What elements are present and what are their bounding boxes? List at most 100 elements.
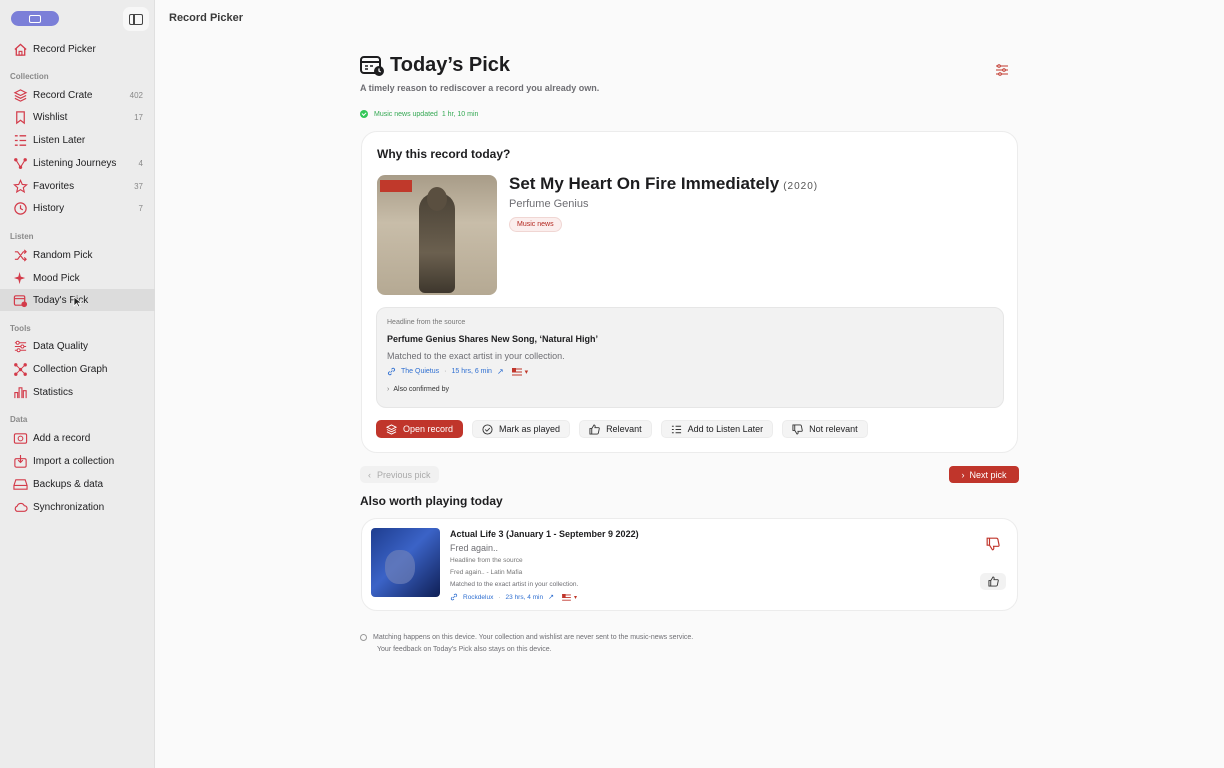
sidebar-item-label: Listen Later bbox=[33, 134, 86, 146]
also-worth-card[interactable]: Actual Life 3 (January 1 - September 9 2… bbox=[361, 518, 1018, 611]
previous-pick-button[interactable]: ‹ Previous pick bbox=[360, 466, 439, 483]
mark-played-button[interactable]: Mark as played bbox=[472, 420, 571, 438]
page-title: Today’s Pick bbox=[390, 54, 511, 76]
thumbs-down-icon[interactable] bbox=[986, 537, 1000, 551]
sidebar-item-favorites[interactable]: Favorites 37 bbox=[0, 175, 155, 197]
sidebar-item-synchronization[interactable]: Synchronization bbox=[0, 496, 155, 518]
sidebar-item-backups[interactable]: Backups & data bbox=[0, 473, 155, 495]
chevron-down-icon[interactable]: ▾ bbox=[574, 594, 577, 601]
sidebar: Record Picker Collection Record Crate 40… bbox=[0, 0, 155, 768]
info-icon bbox=[360, 634, 367, 641]
list-icon bbox=[671, 425, 681, 433]
sidebar-item-count: 4 bbox=[138, 158, 143, 168]
next-pick-button[interactable]: › Next pick bbox=[949, 466, 1019, 483]
app-switcher-button[interactable] bbox=[11, 11, 59, 26]
thumbs-down-icon bbox=[792, 423, 803, 435]
calendar-icon bbox=[13, 294, 28, 307]
cover-face bbox=[385, 550, 415, 584]
album-cover[interactable] bbox=[371, 528, 440, 597]
cloud-icon bbox=[14, 502, 28, 512]
section-header-collection: Collection bbox=[10, 72, 49, 81]
sidebar-item-add-record[interactable]: Add a record bbox=[0, 427, 155, 449]
sidebar-item-data-quality[interactable]: Data Quality bbox=[0, 335, 155, 357]
star-icon bbox=[13, 178, 28, 193]
thumbs-up-icon bbox=[589, 423, 600, 435]
open-record-label: Open record bbox=[403, 424, 454, 434]
open-record-button[interactable]: Open record bbox=[376, 420, 464, 438]
sidebar-item-history[interactable]: History 7 bbox=[0, 197, 155, 219]
next-pick-label: Next pick bbox=[969, 469, 1007, 480]
source-headline: Perfume Genius Shares New Song, ‘Natural… bbox=[387, 334, 599, 344]
list-icon bbox=[14, 134, 27, 146]
link-icon bbox=[387, 367, 396, 376]
source-publisher-link[interactable]: The Quietus bbox=[401, 368, 439, 375]
also-confirmed-label: Also confirmed by bbox=[393, 386, 449, 393]
sidebar-item-statistics[interactable]: Statistics bbox=[0, 381, 155, 403]
sidebar-item-record-crate[interactable]: Record Crate 402 bbox=[0, 84, 155, 106]
sidebar-item-collection-graph[interactable]: Collection Graph bbox=[0, 358, 155, 380]
section-header-listen: Listen bbox=[10, 232, 34, 241]
sidebar-toggle-button[interactable] bbox=[123, 7, 149, 31]
sidebar-item-record-picker[interactable]: Record Picker bbox=[0, 38, 155, 60]
match-note: Matched to the exact artist in your coll… bbox=[387, 351, 565, 361]
album-cover[interactable] bbox=[377, 175, 497, 295]
sidebar-item-listening-journeys[interactable]: Listening Journeys 4 bbox=[0, 152, 155, 174]
page-subtitle: A timely reason to rediscover a record y… bbox=[360, 83, 600, 93]
sidebar-item-count: 37 bbox=[134, 181, 143, 191]
external-link-icon[interactable]: ↗ bbox=[548, 593, 554, 601]
link-icon bbox=[450, 593, 458, 601]
filter-icon[interactable] bbox=[995, 64, 1009, 76]
sidebar-toggle-icon bbox=[129, 13, 143, 25]
sidebar-item-import-collection[interactable]: Import a collection bbox=[0, 450, 155, 472]
todays-pick-card: Why this record today? Set My Heart On F… bbox=[361, 131, 1018, 453]
chevron-down-icon[interactable]: ▾ bbox=[525, 368, 529, 376]
flag-icon[interactable] bbox=[562, 593, 571, 601]
sidebar-item-label: Random Pick bbox=[33, 249, 93, 261]
sparkle-icon bbox=[13, 271, 26, 284]
relevant-button[interactable]: Relevant bbox=[579, 420, 652, 438]
journey-icon bbox=[14, 157, 27, 169]
record-title: Set My Heart On Fire Immediately (2020) bbox=[509, 174, 818, 194]
alt-publisher-link[interactable]: Rockdelux bbox=[463, 594, 493, 601]
source-label: Headline from the source bbox=[387, 319, 466, 326]
sidebar-item-label: Favorites bbox=[33, 180, 75, 192]
also-confirmed-disclosure[interactable]: › Also confirmed by bbox=[387, 386, 449, 393]
sidebar-item-random-pick[interactable]: Random Pick bbox=[0, 244, 155, 266]
chevron-right-icon: › bbox=[387, 386, 390, 393]
alt-source-headline: Fred again.. - Latin Mafia bbox=[450, 569, 523, 576]
add-listen-later-button[interactable]: Add to Listen Later bbox=[660, 420, 774, 438]
home-icon bbox=[14, 42, 27, 56]
sidebar-item-label: Backups & data bbox=[33, 478, 104, 490]
alt-source-meta: Rockdelux · 23 hrs, 4 min ↗ ▾ bbox=[450, 593, 577, 601]
sidebar-item-count: 7 bbox=[138, 203, 143, 213]
not-relevant-button[interactable]: Not relevant bbox=[782, 420, 868, 438]
flag-icon[interactable] bbox=[511, 367, 522, 376]
sidebar-item-mood-pick[interactable]: Mood Pick bbox=[0, 267, 155, 289]
sidebar-item-label: Synchronization bbox=[33, 501, 105, 513]
source-box: Headline from the source Perfume Genius … bbox=[376, 307, 1004, 408]
previous-pick-label: Previous pick bbox=[377, 469, 431, 480]
privacy-note-line1: Matching happens on this device. Your co… bbox=[373, 634, 694, 641]
sliders-icon bbox=[14, 340, 27, 352]
calendar-icon bbox=[360, 56, 384, 76]
thumbs-up-button[interactable] bbox=[980, 573, 1006, 590]
thumbs-up-icon bbox=[987, 576, 999, 587]
window-title: Record Picker bbox=[169, 12, 243, 24]
status-time: 1 hr, 10 min bbox=[441, 110, 479, 118]
cover-figure-head bbox=[427, 187, 447, 211]
alt-record-title: Actual Life 3 (January 1 - September 9 2… bbox=[450, 529, 639, 539]
sidebar-item-label: Mood Pick bbox=[33, 272, 80, 284]
sidebar-item-label: Wishlist bbox=[33, 111, 68, 123]
cover-tag bbox=[380, 180, 412, 192]
chart-icon bbox=[14, 386, 27, 398]
window-icon bbox=[29, 14, 41, 23]
sidebar-item-label: Data Quality bbox=[33, 340, 89, 352]
external-link-icon[interactable]: ↗ bbox=[497, 367, 504, 376]
sidebar-item-label: Record Picker bbox=[33, 43, 96, 55]
sidebar-item-wishlist[interactable]: Wishlist 17 bbox=[0, 106, 155, 128]
sidebar-item-label: Collection Graph bbox=[33, 363, 108, 375]
sidebar-item-listen-later[interactable]: Listen Later bbox=[0, 129, 155, 151]
sidebar-item-label: Import a collection bbox=[33, 455, 115, 467]
action-row: Open record Mark as played Relevant Add … bbox=[376, 420, 877, 438]
not-relevant-label: Not relevant bbox=[809, 424, 858, 434]
